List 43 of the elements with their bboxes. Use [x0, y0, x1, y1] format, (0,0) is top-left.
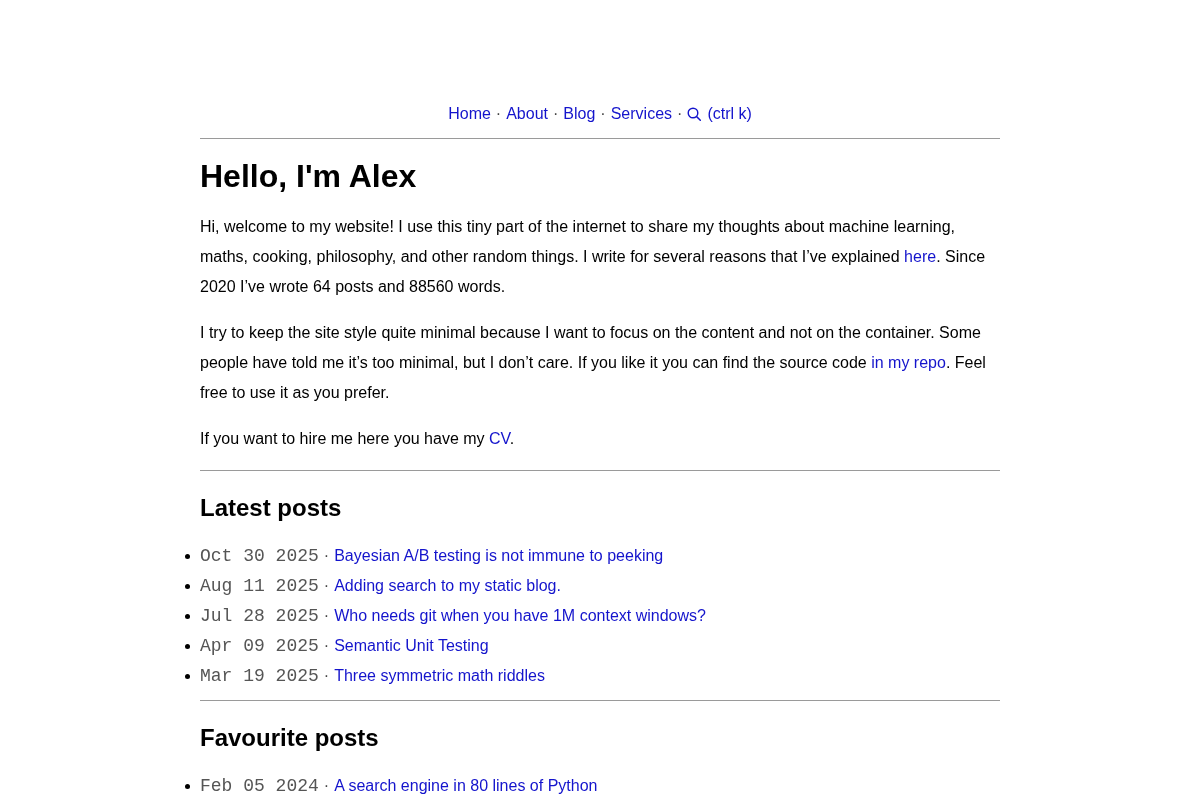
- bullet-icon: [185, 583, 190, 589]
- separator-dot: ·: [495, 104, 502, 124]
- separator-dot: ·: [553, 104, 559, 124]
- post-link[interactable]: Three symmetric math riddles: [334, 661, 545, 691]
- post-link[interactable]: Who needs git when you have 1M context windows?: [334, 601, 706, 631]
- post-link[interactable]: Semantic Unit Testing: [334, 631, 489, 661]
- post-link[interactable]: Adding search to my static blog.: [334, 571, 561, 601]
- bullet-icon: [185, 643, 190, 649]
- section-heading: Favourite posts: [200, 723, 380, 752]
- post-date: Apr 09 2025: [200, 635, 319, 658]
- nav-link[interactable]: Home: [448, 100, 491, 128]
- separator-dot: ·: [323, 636, 330, 656]
- bullet-icon: [185, 553, 190, 559]
- nav-link[interactable]: Services: [610, 100, 673, 128]
- text-link[interactable]: in my repo: [871, 354, 946, 371]
- separator-dot: ·: [323, 606, 330, 626]
- separator-dot: ·: [323, 776, 330, 796]
- post-link[interactable]: A search engine in 80 lines of Python: [334, 771, 598, 800]
- post-date: Mar 19 2025: [200, 665, 319, 688]
- search-button[interactable]: (ctrl k): [687, 100, 752, 128]
- nav-link[interactable]: About: [506, 100, 548, 128]
- separator-dot: ·: [323, 546, 330, 566]
- text-link[interactable]: CV: [489, 430, 510, 447]
- section-heading: Latest posts: [200, 493, 343, 522]
- post-link[interactable]: Bayesian A/B testing is not immune to peeking: [334, 541, 664, 571]
- post-date: Oct 30 2025: [200, 545, 319, 568]
- separator-dot: ·: [677, 104, 683, 124]
- post-date: Jul 28 2025: [200, 605, 319, 628]
- bullet-icon: [185, 673, 190, 679]
- text-link[interactable]: here: [904, 248, 937, 265]
- bullet-icon: [185, 783, 190, 789]
- intro-paragraph: Hi, welcome to my website! I use this tiny part of the internet to share my thoughts about machine learning, maths, cooking, philosophy, and other random things. I write for several reasons that I’ve explained here. Since 2020 I’ve wrote 64 posts and 88560 words.: [200, 217, 987, 297]
- intro-paragraph: I try to keep the site style quite minimal because I want to focus on the content and not on the container. Some people have told me it’s too minimal, but I don’t care. If you like it you can find the source code in my repo. Feel free to use it as you prefer.: [200, 323, 987, 403]
- nav-link[interactable]: Blog: [563, 100, 596, 128]
- bullet-icon: [185, 613, 190, 619]
- separator-dot: ·: [323, 576, 330, 596]
- post-date: Aug 11 2025: [200, 575, 319, 598]
- intro-paragraph: If you want to hire me here you have my CV.: [200, 429, 516, 449]
- separator-dot: ·: [600, 104, 606, 124]
- search-icon: [687, 107, 702, 121]
- separator-dot: ·: [323, 666, 330, 686]
- page-heading: Hello, I'm Alex: [200, 157, 418, 195]
- post-date: Feb 05 2024: [200, 775, 319, 798]
